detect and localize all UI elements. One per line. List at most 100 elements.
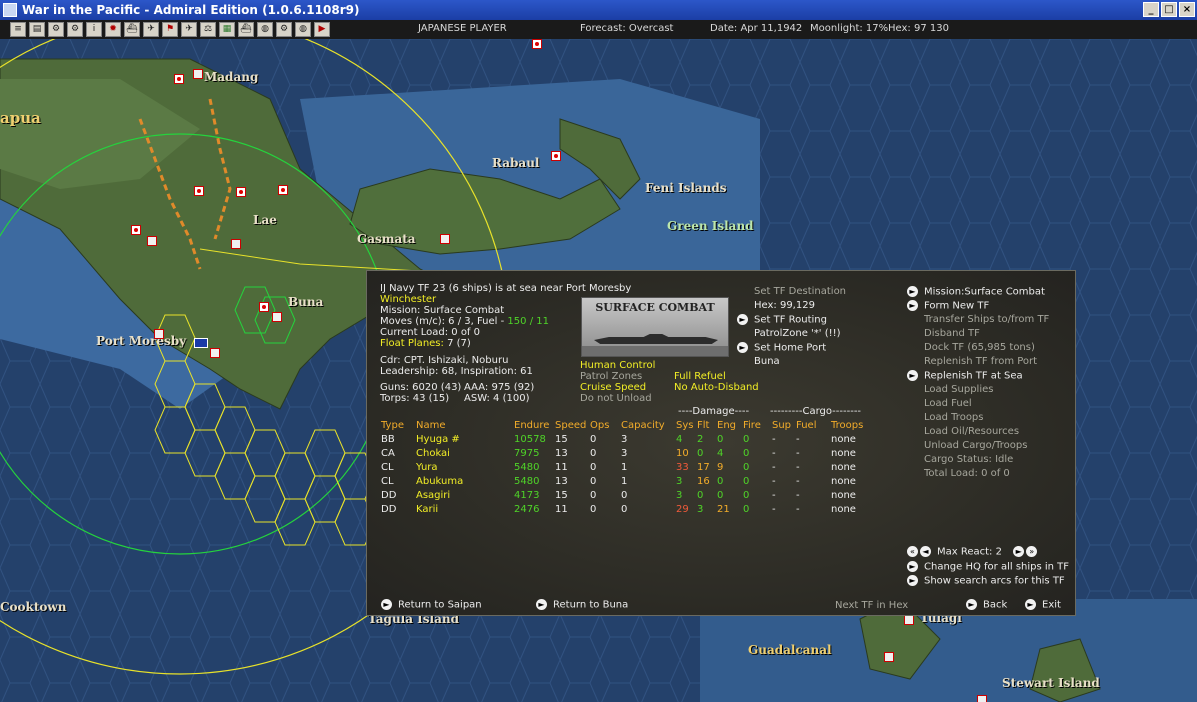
col-capacity[interactable]: Capacity	[621, 418, 676, 432]
col-ops[interactable]: Ops	[590, 418, 621, 432]
mission-image-title: SURFACE COMBAT	[595, 301, 715, 314]
ship-row[interactable]: CL Abukuma 5480 13 0 1 3 16 0 0- - none	[381, 474, 876, 488]
col-fire[interactable]: Fire	[743, 418, 772, 432]
arrow-left-icon[interactable]: ◄	[920, 546, 931, 557]
toolbar-info-icon[interactable]: i	[86, 22, 102, 37]
replenish-at-sea-button[interactable]: ► Replenish TF at Sea	[907, 370, 1023, 382]
allied-base-flag-icon[interactable]	[194, 338, 208, 348]
return-to-buna-button[interactable]: ► Return to Buna	[536, 599, 628, 611]
ship-name-cell[interactable]: Chokai	[416, 446, 514, 460]
load-oil-button[interactable]: Load Oil/Resources	[924, 426, 1019, 437]
tf-commander[interactable]: Cdr: CPT. Ishizaki, Noburu	[380, 355, 508, 366]
tf-float-planes[interactable]: Float Planes: 7 (7)	[380, 338, 471, 349]
ship-name-cell[interactable]: Abukuma	[416, 474, 514, 488]
toolbar-report-icon[interactable]: ▤	[29, 22, 45, 37]
minimize-button[interactable]: _	[1143, 2, 1159, 17]
patrol-zones-toggle[interactable]: Patrol Zones	[580, 371, 642, 382]
do-not-unload-toggle[interactable]: Do not Unload	[580, 393, 652, 404]
tf-flagship[interactable]: Winchester	[380, 294, 436, 305]
toolbar-plane-icon[interactable]: ✈	[181, 22, 197, 37]
load-fuel-button[interactable]: Load Fuel	[924, 398, 972, 409]
maximize-button[interactable]: □	[1161, 2, 1177, 17]
japanese-base-icon[interactable]	[194, 186, 204, 196]
ship-row[interactable]: BB Hyuga #10578 15 0 3 4 2 0 0 - - none	[381, 432, 876, 446]
disband-tf-button[interactable]: Disband TF	[924, 328, 980, 339]
unit-icon[interactable]	[193, 69, 203, 79]
col-sys[interactable]: Sys	[676, 418, 697, 432]
form-new-tf-button[interactable]: ► Form New TF	[907, 300, 989, 312]
unit-icon[interactable]	[884, 652, 894, 662]
double-arrow-left-icon[interactable]: «	[907, 546, 918, 557]
ship-row[interactable]: CA Chokai 7975 13 0 3 10 0 4 0 - - none	[381, 446, 876, 460]
ship-row[interactable]: CL Yura 5480 11 0 1 33 17 9 0 - - none	[381, 460, 876, 474]
max-react-control[interactable]: «◄ Max React: 2 ►»	[907, 546, 1043, 558]
arrow-right-icon[interactable]: ►	[1013, 546, 1025, 557]
japanese-base-icon[interactable]	[278, 185, 288, 195]
toolbar-flag-icon[interactable]: ⚑	[162, 22, 178, 37]
show-search-arcs-button[interactable]: ► Show search arcs for this TF	[907, 575, 1065, 587]
toolbar-scale-icon[interactable]: ⚖	[200, 22, 216, 37]
return-to-saipan-button[interactable]: ► Return to Saipan	[381, 599, 482, 611]
load-troops-button[interactable]: Load Troops	[924, 412, 984, 423]
transfer-ships-button[interactable]: Transfer Ships to/from TF	[924, 314, 1049, 325]
col-troops[interactable]: Troops	[831, 418, 876, 432]
human-control-toggle[interactable]: Human Control	[580, 360, 655, 371]
load-supplies-button[interactable]: Load Supplies	[924, 384, 993, 395]
japanese-base-icon[interactable]	[532, 39, 542, 49]
unit-icon[interactable]	[210, 348, 220, 358]
toolbar-sun-flag-icon[interactable]: ✹	[105, 22, 121, 37]
close-button[interactable]: ×	[1179, 2, 1195, 17]
toolbar-gear-icon[interactable]: ⚙	[276, 22, 292, 37]
col-sup[interactable]: Sup	[772, 418, 796, 432]
toolbar-globe-icon[interactable]: ◍	[295, 22, 311, 37]
unit-icon[interactable]	[904, 615, 914, 625]
toolbar-gear-icon[interactable]: ⚙	[48, 22, 64, 37]
exit-button[interactable]: ► Exit	[1025, 599, 1061, 611]
dock-tf-button[interactable]: Dock TF (65,985 tons)	[924, 342, 1035, 353]
japanese-base-icon[interactable]	[259, 302, 269, 312]
ship-row[interactable]: DD Asagiri 4173 15 0 0 3 0 0 0 - - none	[381, 488, 876, 502]
next-tf-in-hex-button[interactable]: Next TF in Hex	[835, 600, 908, 611]
ship-name-cell[interactable]: Yura	[416, 460, 514, 474]
unit-icon[interactable]	[154, 329, 164, 339]
unit-icon[interactable]	[272, 312, 282, 322]
double-arrow-right-icon[interactable]: »	[1026, 546, 1038, 557]
mission-surface-combat-button[interactable]: ► Mission:Surface Combat	[907, 286, 1045, 298]
ship-name-cell[interactable]: Hyuga #	[416, 432, 514, 446]
toolbar-gear-icon[interactable]: ⚙	[67, 22, 83, 37]
unit-icon[interactable]	[231, 239, 241, 249]
back-button[interactable]: ► Back	[966, 599, 1007, 611]
toolbar-play-icon[interactable]: ▶	[314, 22, 330, 37]
unit-icon[interactable]	[977, 695, 987, 702]
set-home-port-button[interactable]: ► Set Home Port	[737, 342, 826, 354]
toolbar-ship-icon[interactable]: ⛴	[238, 22, 254, 37]
unit-icon[interactable]	[147, 236, 157, 246]
toolbar-plane-icon[interactable]: ✈	[143, 22, 159, 37]
japanese-base-icon[interactable]	[236, 187, 246, 197]
unload-cargo-button[interactable]: Unload Cargo/Troops	[924, 440, 1027, 451]
col-type[interactable]: Type	[381, 418, 416, 432]
set-tf-routing-button[interactable]: ► Set TF Routing	[737, 314, 827, 326]
col-speed[interactable]: Speed	[555, 418, 590, 432]
col-name[interactable]: Name	[416, 418, 514, 432]
replenish-from-port-button[interactable]: Replenish TF from Port	[924, 356, 1037, 367]
col-eng[interactable]: Eng	[717, 418, 743, 432]
ship-name-cell[interactable]: Karii	[416, 502, 514, 516]
full-refuel-toggle[interactable]: Full Refuel	[674, 371, 726, 382]
col-flt[interactable]: Flt	[697, 418, 717, 432]
toolbar-ship-icon[interactable]: ⛴	[124, 22, 140, 37]
japanese-base-icon[interactable]	[174, 74, 184, 84]
change-hq-button[interactable]: ► Change HQ for all ships in TF	[907, 561, 1069, 573]
japanese-base-icon[interactable]	[131, 225, 141, 235]
col-fuel[interactable]: Fuel	[796, 418, 831, 432]
japanese-base-icon[interactable]	[551, 151, 561, 161]
no-auto-disband-toggle[interactable]: No Auto-Disband	[674, 382, 759, 393]
cruise-speed-toggle[interactable]: Cruise Speed	[580, 382, 646, 393]
toolbar-list-icon[interactable]: ≡	[10, 22, 26, 37]
toolbar-map-icon[interactable]: ▦	[219, 22, 235, 37]
unit-icon[interactable]	[440, 234, 450, 244]
col-endure[interactable]: Endure	[514, 418, 555, 432]
ship-row[interactable]: DD Karii 2476 11 0 0 29 3 21 0 - - none	[381, 502, 876, 516]
toolbar-globe-icon[interactable]: ◍	[257, 22, 273, 37]
ship-name-cell[interactable]: Asagiri	[416, 488, 514, 502]
